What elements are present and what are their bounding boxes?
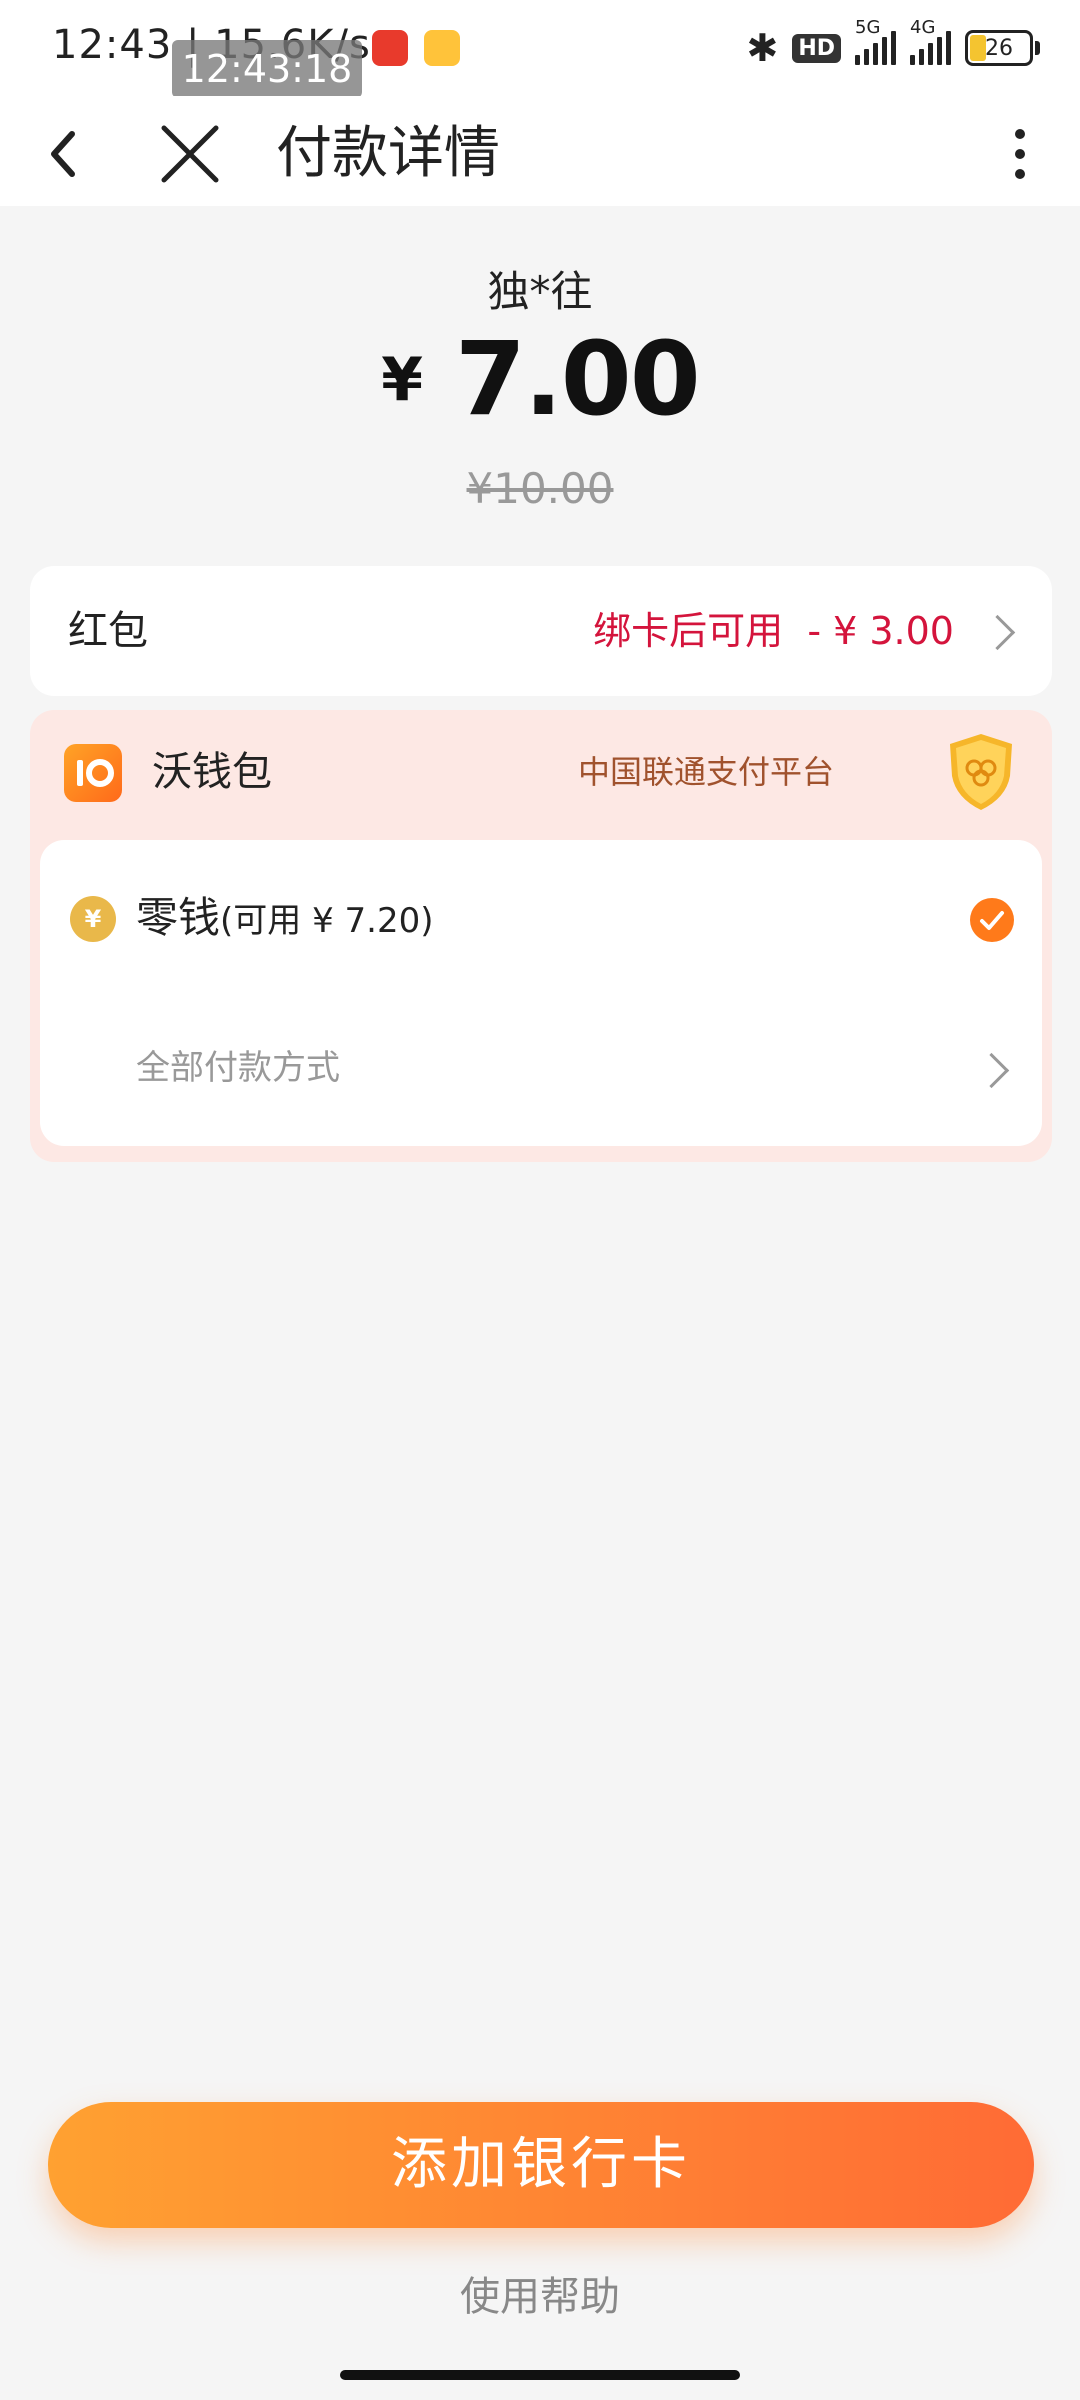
hongbao-row[interactable]: 红包 绑卡后可用 - ¥ 3.00 (30, 566, 1052, 696)
back-icon[interactable] (38, 114, 118, 194)
signal-4g-icon: 4G (910, 17, 951, 65)
weibo-icon (424, 30, 460, 66)
currency-symbol: ¥ (381, 345, 424, 415)
close-icon[interactable] (150, 114, 230, 194)
status-icons: ✱ HD 5G 4G 26 (746, 17, 1040, 70)
battery-level: 26 (985, 35, 1013, 61)
signal-5g-icon: 5G (855, 17, 896, 65)
hd-badge: HD (792, 33, 841, 63)
nav-bar: 付款详情 (0, 96, 1080, 206)
network-5g-label: 5G (855, 17, 881, 38)
merchant-name: 独*往 (487, 267, 593, 316)
wallet-panel: 沃钱包 中国联通支付平台 ¥ 零钱(可用 ¥ 7.20) 全部付款方式 (30, 710, 1052, 1162)
page-title: 付款详情 (276, 121, 500, 186)
bluetooth-icon: ✱ (746, 26, 779, 70)
unicom-shield-icon (936, 726, 1026, 816)
battery-icon: 26 (965, 30, 1033, 66)
amount-value: 7.00 (455, 320, 701, 439)
payment-amount: ¥7.00 (0, 320, 1080, 439)
all-payment-methods[interactable]: 全部付款方式 (136, 1040, 340, 1096)
original-amount: ¥10.00 (466, 464, 614, 513)
payment-method-list: ¥ 零钱(可用 ¥ 7.20) 全部付款方式 (40, 840, 1042, 1146)
hongbao-label: 红包 (68, 608, 148, 654)
more-icon[interactable] (1000, 114, 1040, 194)
battery-tip (1035, 41, 1040, 55)
coin-icon: ¥ (70, 896, 116, 942)
change-label: 零钱 (136, 893, 221, 942)
change-available: (可用 ¥ 7.20) (220, 901, 434, 941)
status-bar: 12:43 | 15.6K/s 12:43:18 ✱ HD 5G 4G 26 (0, 0, 1080, 98)
bank-app-icon (372, 30, 408, 66)
hongbao-discount: 绑卡后可用 - ¥ 3.00 (593, 609, 954, 653)
chevron-right-icon (979, 614, 1016, 651)
wo-wallet-logo (64, 744, 122, 802)
change-balance-option[interactable]: 零钱(可用 ¥ 7.20) (136, 884, 434, 955)
chevron-right-icon (973, 1052, 1010, 1089)
screenshot-time-overlay: 12:43:18 (172, 40, 362, 98)
wallet-name: 沃钱包 (152, 749, 272, 795)
add-bank-card-button[interactable]: 添加银行卡 (48, 2102, 1034, 2228)
network-4g-label: 4G (910, 17, 936, 38)
home-indicator[interactable] (340, 2370, 740, 2380)
selected-check-icon[interactable] (970, 898, 1014, 942)
help-link[interactable]: 使用帮助 (0, 2264, 1080, 2322)
wallet-platform: 中国联通支付平台 (578, 753, 835, 791)
